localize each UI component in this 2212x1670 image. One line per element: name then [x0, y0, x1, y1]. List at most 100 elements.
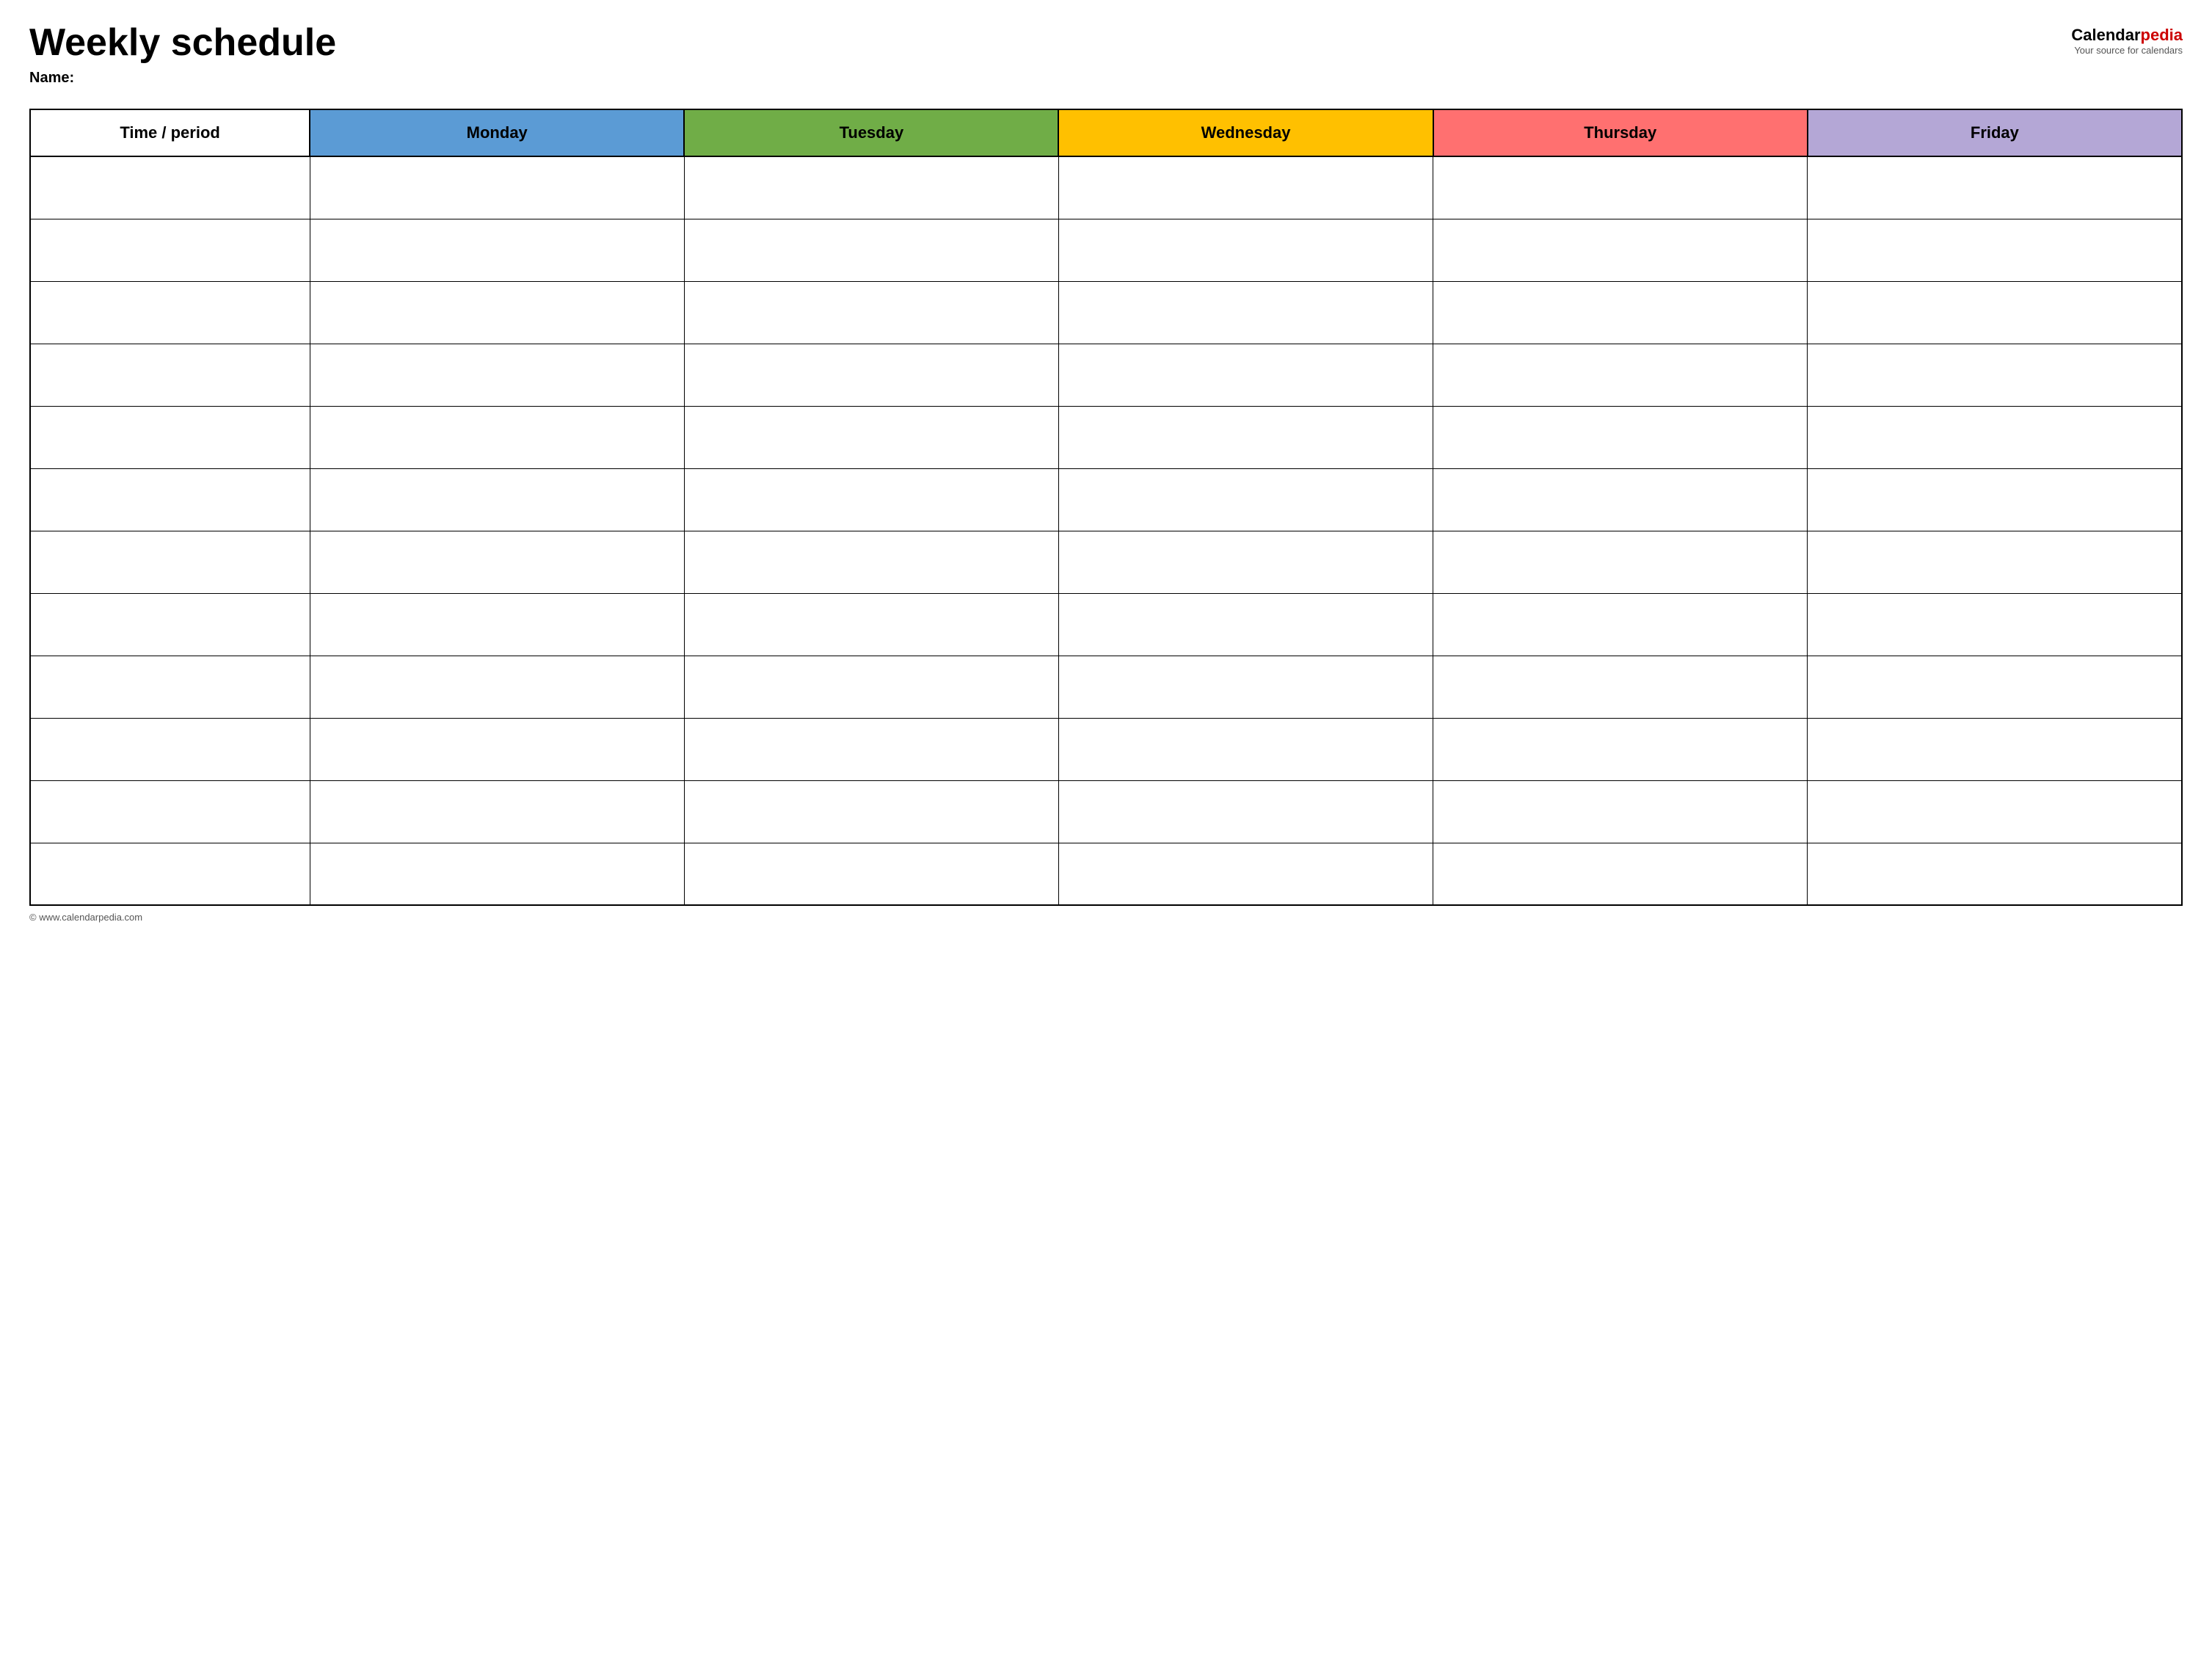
table-cell[interactable]	[310, 780, 684, 843]
table-cell[interactable]	[30, 656, 310, 718]
table-cell[interactable]	[684, 531, 1058, 593]
table-cell[interactable]	[1433, 219, 1808, 281]
table-cell[interactable]	[1058, 593, 1433, 656]
table-cell[interactable]	[684, 219, 1058, 281]
page-title: Weekly schedule	[29, 22, 336, 64]
table-cell[interactable]	[30, 718, 310, 780]
table-row	[30, 156, 2182, 219]
table-cell[interactable]	[1058, 406, 1433, 468]
table-cell[interactable]	[310, 219, 684, 281]
table-cell[interactable]	[310, 843, 684, 905]
col-header-time: Time / period	[30, 109, 310, 156]
table-cell[interactable]	[310, 656, 684, 718]
table-cell[interactable]	[684, 656, 1058, 718]
table-row	[30, 219, 2182, 281]
table-cell[interactable]	[1433, 406, 1808, 468]
table-cell[interactable]	[1808, 843, 2182, 905]
table-cell[interactable]	[1058, 843, 1433, 905]
table-cell[interactable]	[1058, 219, 1433, 281]
table-cell[interactable]	[1433, 718, 1808, 780]
table-cell[interactable]	[30, 593, 310, 656]
table-cell[interactable]	[30, 219, 310, 281]
table-body	[30, 156, 2182, 905]
table-cell[interactable]	[1808, 656, 2182, 718]
table-cell[interactable]	[684, 406, 1058, 468]
logo-part2: pedia	[2141, 26, 2183, 44]
table-cell[interactable]	[1808, 406, 2182, 468]
table-cell[interactable]	[1808, 593, 2182, 656]
table-cell[interactable]	[310, 593, 684, 656]
logo-part1: Calendar	[2071, 26, 2140, 44]
table-cell[interactable]	[30, 156, 310, 219]
table-cell[interactable]	[684, 718, 1058, 780]
table-cell[interactable]	[684, 156, 1058, 219]
table-row	[30, 344, 2182, 406]
table-cell[interactable]	[684, 780, 1058, 843]
table-cell[interactable]	[310, 718, 684, 780]
table-cell[interactable]	[30, 843, 310, 905]
table-cell[interactable]	[1058, 780, 1433, 843]
col-header-tuesday: Tuesday	[684, 109, 1058, 156]
table-cell[interactable]	[1808, 468, 2182, 531]
table-cell[interactable]	[1433, 281, 1808, 344]
table-cell[interactable]	[1808, 219, 2182, 281]
table-cell[interactable]	[684, 344, 1058, 406]
table-cell[interactable]	[310, 468, 684, 531]
table-cell[interactable]	[1433, 593, 1808, 656]
table-cell[interactable]	[684, 593, 1058, 656]
table-cell[interactable]	[30, 531, 310, 593]
table-row	[30, 468, 2182, 531]
table-cell[interactable]	[1433, 468, 1808, 531]
name-label: Name:	[29, 70, 336, 87]
table-cell[interactable]	[1058, 344, 1433, 406]
table-cell[interactable]	[1808, 344, 2182, 406]
table-cell[interactable]	[1808, 718, 2182, 780]
schedule-table: Time / period Monday Tuesday Wednesday T…	[29, 109, 2183, 906]
col-header-thursday: Thursday	[1433, 109, 1808, 156]
table-row	[30, 593, 2182, 656]
table-row	[30, 718, 2182, 780]
table-cell[interactable]	[1433, 656, 1808, 718]
table-cell[interactable]	[1433, 843, 1808, 905]
table-cell[interactable]	[1808, 156, 2182, 219]
table-cell[interactable]	[30, 468, 310, 531]
footer: © www.calendarpedia.com	[29, 912, 2183, 923]
table-cell[interactable]	[1808, 531, 2182, 593]
table-cell[interactable]	[30, 406, 310, 468]
table-cell[interactable]	[310, 344, 684, 406]
table-row	[30, 656, 2182, 718]
table-cell[interactable]	[1058, 281, 1433, 344]
table-cell[interactable]	[1433, 344, 1808, 406]
col-header-wednesday: Wednesday	[1058, 109, 1433, 156]
col-header-friday: Friday	[1808, 109, 2182, 156]
table-cell[interactable]	[1058, 531, 1433, 593]
table-cell[interactable]	[1058, 156, 1433, 219]
table-cell[interactable]	[684, 468, 1058, 531]
table-cell[interactable]	[1433, 156, 1808, 219]
logo-container: Calendarpedia Your source for calendars	[2071, 26, 2183, 56]
table-cell[interactable]	[310, 531, 684, 593]
table-cell[interactable]	[1058, 656, 1433, 718]
table-cell[interactable]	[1058, 468, 1433, 531]
table-cell[interactable]	[1808, 281, 2182, 344]
footer-text: © www.calendarpedia.com	[29, 912, 142, 923]
table-cell[interactable]	[1058, 718, 1433, 780]
table-cell[interactable]	[30, 281, 310, 344]
table-cell[interactable]	[30, 780, 310, 843]
table-row	[30, 281, 2182, 344]
table-row	[30, 531, 2182, 593]
table-cell[interactable]	[1433, 780, 1808, 843]
table-cell[interactable]	[310, 406, 684, 468]
logo-tagline: Your source for calendars	[2074, 45, 2183, 56]
table-cell[interactable]	[310, 281, 684, 344]
table-cell[interactable]	[30, 344, 310, 406]
table-row	[30, 843, 2182, 905]
table-cell[interactable]	[684, 281, 1058, 344]
col-header-monday: Monday	[310, 109, 684, 156]
table-cell[interactable]	[1433, 531, 1808, 593]
title-section: Weekly schedule Name:	[29, 22, 336, 101]
page-header: Weekly schedule Name: Calendarpedia Your…	[29, 22, 2183, 101]
table-cell[interactable]	[310, 156, 684, 219]
table-cell[interactable]	[684, 843, 1058, 905]
table-cell[interactable]	[1808, 780, 2182, 843]
